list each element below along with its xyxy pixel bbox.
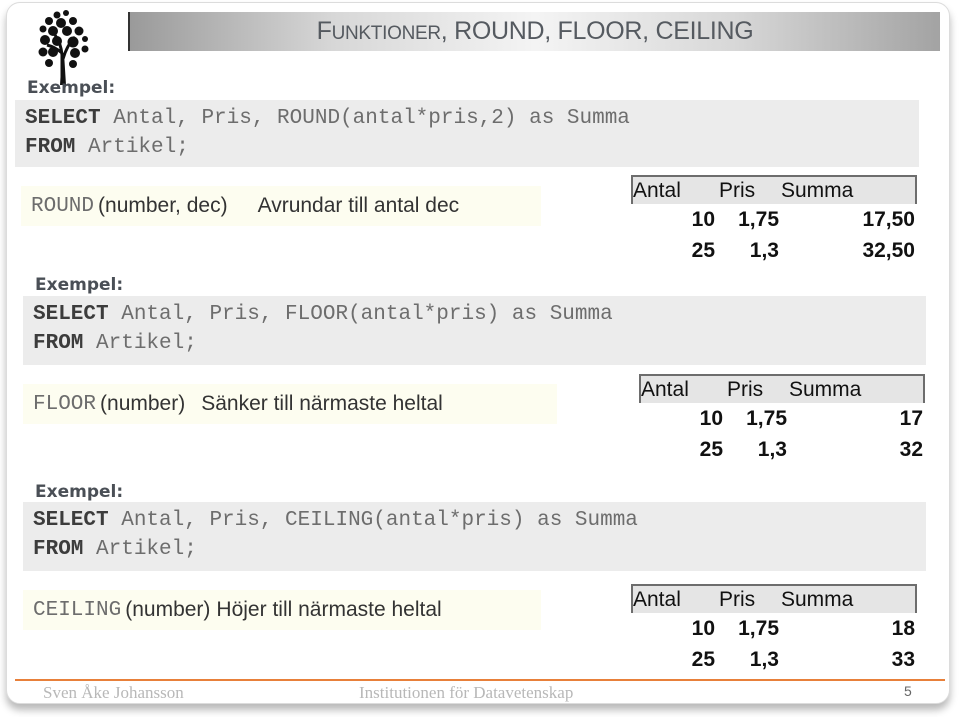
result-table-round: Antal Pris Summa 10 1,75 17,50 25 1,3 32… [631, 175, 917, 266]
page-number: 5 [904, 683, 912, 699]
description-round: ROUND (number, dec) Avrundar till antal … [21, 186, 541, 226]
example-label-ceiling: Exempel: [35, 482, 124, 502]
footer-divider [15, 679, 945, 681]
result-table-header: Antal Pris Summa [631, 175, 917, 204]
cell-pris: 1,75 [738, 207, 779, 231]
sql-text: Artikel; [83, 332, 197, 355]
header-antal: Antal [633, 587, 681, 611]
cell-antal: 10 [699, 406, 723, 430]
header-pris: Pris [719, 587, 756, 611]
cell-antal: 10 [691, 616, 715, 640]
sql-keyword: FROM [25, 136, 76, 159]
sql-text: Antal, Pris, ROUND(antal*pris,2) as Summ… [100, 107, 630, 130]
result-table-floor: Antal Pris Summa 10 1,75 17 25 1,3 32 [639, 374, 925, 465]
cell-antal: 25 [691, 238, 715, 262]
function-description: Avrundar till antal dec [257, 194, 460, 217]
function-description: Höjer till närmaste heltal [216, 598, 442, 621]
title-bar: FUNKTIONER, ROUND, FLOOR, CEILING [128, 12, 940, 51]
sql-keyword: FROM [33, 538, 84, 561]
cell-antal: 25 [691, 647, 715, 671]
result-table-ceiling: Antal Pris Summa 10 1,75 18 25 1,3 33 [631, 584, 917, 675]
table-row: 10 1,75 17 [639, 403, 925, 434]
slide: FUNKTIONER, ROUND, FLOOR, CEILING Exempe… [6, 2, 950, 704]
header-antal: Antal [633, 178, 681, 202]
header-antal: Antal [641, 377, 689, 401]
sql-text: Antal, Pris, FLOOR(antal*pris) as Summa [108, 303, 613, 326]
sql-keyword: FROM [33, 332, 84, 355]
code-block-ceiling: SELECT Antal, Pris, CEILING(antal*pris) … [23, 502, 926, 571]
cell-pris: 1,3 [749, 238, 779, 262]
cell-pris: 1,75 [738, 616, 779, 640]
table-row: 25 1,3 32 [639, 434, 925, 465]
sql-text: Artikel; [75, 136, 189, 159]
cell-summa: 17,50 [862, 207, 915, 231]
sql-keyword: SELECT [33, 303, 109, 326]
sql-keyword: SELECT [25, 107, 101, 130]
table-row: 25 1,3 33 [631, 644, 917, 675]
result-table-header: Antal Pris Summa [631, 584, 917, 613]
sql-text: Antal, Pris, CEILING(antal*pris) as Summ… [108, 509, 638, 532]
function-args: (number, dec) [98, 194, 228, 217]
header-pris: Pris [727, 377, 764, 401]
footer-department: Institutionen för Datavetenskap [359, 683, 574, 702]
description-ceiling: CEILING (number) Höjer till närmaste hel… [23, 590, 541, 630]
cell-summa: 32,50 [862, 238, 915, 262]
function-name: FLOOR [33, 392, 97, 416]
cell-summa: 33 [891, 647, 915, 671]
function-name: CEILING [33, 598, 122, 622]
cell-antal: 10 [691, 207, 715, 231]
function-description: Sänker till närmaste heltal [201, 392, 443, 415]
function-name: ROUND [31, 194, 95, 218]
function-args: (number) [125, 598, 211, 621]
header-pris: Pris [719, 178, 756, 202]
page-title: FUNKTIONER, ROUND, FLOOR, CEILING [317, 17, 754, 46]
header-summa: Summa [789, 377, 862, 401]
code-block-floor: SELECT Antal, Pris, FLOOR(antal*pris) as… [23, 296, 926, 365]
footer-author: Sven Åke Johansson [43, 683, 184, 702]
example-label-floor: Exempel: [35, 275, 124, 295]
header-summa: Summa [781, 587, 854, 611]
cell-summa: 17 [899, 406, 923, 430]
tree-logo-icon [38, 10, 89, 85]
table-row: 10 1,75 18 [631, 613, 917, 644]
title-first-letter: F [316, 17, 332, 45]
code-block-round: SELECT Antal, Pris, ROUND(antal*pris,2) … [15, 100, 919, 167]
cell-pris: 1,3 [757, 437, 787, 461]
title-tail: , ROUND, FLOOR, CEILING [440, 17, 754, 45]
cell-pris: 1,3 [749, 647, 779, 671]
cell-pris: 1,75 [746, 406, 787, 430]
title-smallcaps: UNKTIONER [331, 23, 442, 44]
cell-summa: 32 [899, 437, 923, 461]
result-table-header: Antal Pris Summa [639, 374, 925, 403]
table-row: 10 1,75 17,50 [631, 204, 917, 235]
description-floor: FLOOR (number) Sänker till närmaste helt… [23, 384, 557, 424]
function-args: (number) [100, 392, 186, 415]
cell-antal: 25 [699, 437, 723, 461]
sql-text: Artikel; [83, 538, 197, 561]
cell-summa: 18 [891, 616, 915, 640]
sql-keyword: SELECT [33, 509, 109, 532]
header-summa: Summa [781, 178, 854, 202]
example-label-round: Exempel: [27, 78, 116, 98]
table-row: 25 1,3 32,50 [631, 235, 917, 266]
